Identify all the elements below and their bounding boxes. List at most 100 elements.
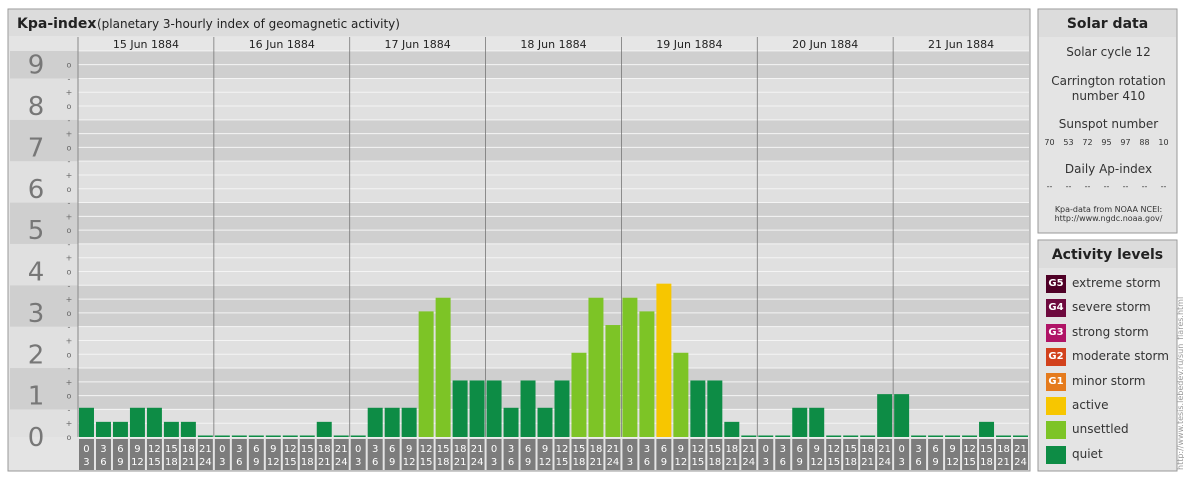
y-major-label: 8 (28, 92, 45, 122)
kp-bar (503, 407, 519, 437)
y-major-label: 7 (28, 133, 45, 163)
hour-label-end: 6 (644, 457, 650, 468)
hour-label-end: 12 (810, 457, 823, 468)
source-line-2: http://www.ngdc.noaa.gov/ (1054, 214, 1163, 223)
hour-label-start: 15 (165, 444, 178, 455)
y-minor-label: o (67, 433, 72, 442)
ap-value: -- (1141, 182, 1148, 191)
hour-label-start: 15 (980, 444, 993, 455)
band-kp-1 (10, 368, 1029, 410)
hour-label-end: 9 (253, 457, 259, 468)
hour-label-start: 15 (437, 444, 450, 455)
hour-label-start: 0 (898, 444, 904, 455)
kp-bar (622, 297, 638, 437)
hour-label-start: 21 (471, 444, 484, 455)
activity-level-label: strong storm (1072, 324, 1149, 339)
activity-level-label: extreme storm (1072, 276, 1161, 290)
activity-level-label: minor storm (1072, 373, 1146, 388)
kp-bar (605, 325, 621, 437)
kp-bar (401, 407, 417, 437)
kp-bar (435, 297, 451, 437)
y-minor-label: o (67, 226, 72, 235)
hour-label-end: 3 (898, 457, 904, 468)
band-kp-4 (10, 243, 1029, 286)
hour-label-start: 0 (763, 444, 769, 455)
ap-value: -- (1122, 182, 1129, 191)
hour-label-end: 12 (267, 457, 280, 468)
hour-label-start: 18 (454, 444, 467, 455)
activity-level-swatch: G1 (1046, 372, 1066, 391)
kp-bar (95, 421, 111, 437)
kp-bar (146, 407, 162, 437)
kp-bar (384, 407, 400, 437)
background-bands (10, 37, 1029, 437)
hour-label-end: 3 (219, 457, 225, 468)
y-minor-label: - (68, 199, 71, 208)
kp-bar (79, 407, 94, 437)
hour-label-end: 3 (83, 457, 89, 468)
hour-label-start: 0 (355, 444, 361, 455)
kp-bar (333, 435, 349, 437)
hour-label-start: 18 (182, 444, 195, 455)
hour-label-end: 24 (1014, 457, 1027, 468)
hour-label-start: 3 (100, 444, 106, 455)
y-major-label: 9 (28, 51, 45, 81)
sunspot-value: 72 (1082, 138, 1093, 147)
hour-label-end: 12 (539, 457, 552, 468)
hour-label-start: 3 (915, 444, 921, 455)
kp-bar (741, 435, 757, 437)
y-minor-label: - (68, 240, 71, 249)
hour-label-start: 18 (590, 444, 603, 455)
hour-label-start: 3 (780, 444, 786, 455)
kp-bar (775, 435, 791, 437)
y-major-label: 3 (28, 299, 45, 329)
hour-label-end: 9 (661, 457, 667, 468)
chart-title: Kpa-index (17, 16, 96, 32)
kp-bar (792, 407, 808, 437)
ap-value: -- (1084, 182, 1091, 191)
y-minor-label: + (66, 419, 73, 428)
y-minor-label: o (67, 143, 72, 152)
hour-label-end: 24 (878, 457, 891, 468)
hour-label-start: 6 (661, 444, 667, 455)
kp-bar (928, 435, 944, 437)
hour-label-start: 9 (814, 444, 820, 455)
y-major-label: 5 (28, 216, 45, 246)
hour-label-start: 21 (607, 444, 620, 455)
hour-label-end: 9 (932, 457, 938, 468)
y-major-label: 6 (28, 175, 45, 205)
carrington-line-2: number 410 (1071, 89, 1146, 103)
kp-bar (707, 380, 723, 437)
hour-label-end: 3 (355, 457, 361, 468)
band-kp-2 (10, 326, 1029, 369)
hour-label-start: 18 (318, 444, 331, 455)
band-kp-5 (10, 202, 1029, 244)
activity-level-swatch (1046, 445, 1066, 464)
kp-bar (809, 407, 825, 437)
solar-cycle: Solar cycle 12 (1066, 45, 1151, 59)
kp-bar (843, 435, 859, 437)
hour-label-start: 3 (644, 444, 650, 455)
hour-label-start: 12 (963, 444, 976, 455)
day-label: 16 Jun 1884 (249, 38, 315, 51)
hour-label-end: 18 (573, 457, 586, 468)
ap-value: -- (1046, 182, 1053, 191)
day-label: 21 Jun 1884 (928, 38, 994, 51)
hour-label-start: 9 (949, 444, 955, 455)
day-label: 15 Jun 1884 (113, 38, 179, 51)
y-minor-label: + (66, 130, 73, 139)
hour-label-start: 6 (932, 444, 938, 455)
hour-label-start: 0 (491, 444, 497, 455)
kp-bar (758, 435, 774, 437)
hour-label-end: 12 (403, 457, 416, 468)
hour-label-start: 6 (525, 444, 531, 455)
kp-bar (129, 407, 145, 437)
kp-bar (673, 352, 689, 437)
y-minor-label: o (67, 185, 72, 194)
kp-bar (452, 380, 468, 437)
hour-label-end: 6 (780, 457, 786, 468)
y-minor-label: + (66, 212, 73, 221)
y-minor-label: o (67, 392, 72, 401)
y-minor-label: o (67, 268, 72, 277)
activity-level-label: severe storm (1072, 300, 1151, 315)
